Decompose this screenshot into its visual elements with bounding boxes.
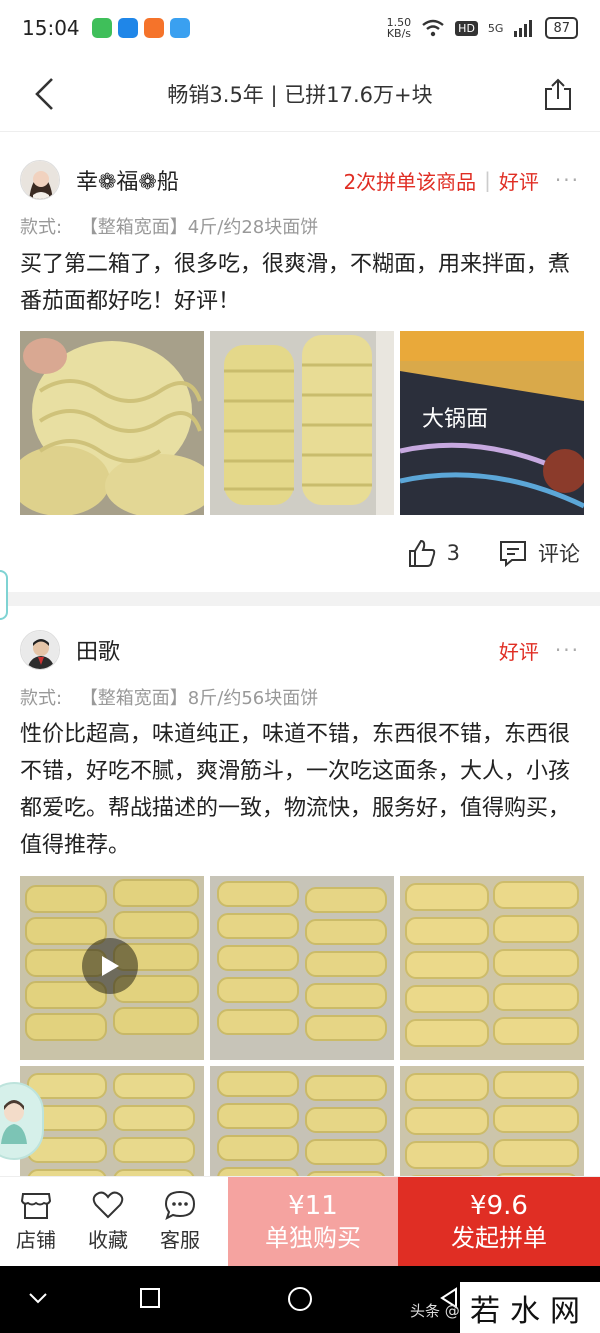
like-count: 3 xyxy=(446,541,460,565)
wifi-icon xyxy=(422,19,444,37)
comment-label: 评论 xyxy=(538,542,580,566)
store-button[interactable]: 店铺 xyxy=(0,1177,72,1266)
service-button[interactable]: 客服 xyxy=(144,1177,216,1266)
alipay-icon xyxy=(117,18,138,38)
chat-icon xyxy=(164,1190,196,1220)
back-button[interactable] xyxy=(24,74,64,114)
single-label: 单独购买 xyxy=(265,1223,361,1252)
comment-button[interactable]: 评论 xyxy=(498,538,580,568)
separator: | xyxy=(484,168,491,192)
reviewer-name[interactable]: 田歌 xyxy=(76,634,120,666)
review-actions: 3 评论 xyxy=(407,538,580,568)
more-icon[interactable]: ··· xyxy=(555,638,580,662)
review-header: 田歌 好评 ··· xyxy=(20,628,580,672)
hd-badge: HD xyxy=(455,20,478,36)
bottom-action-bar: 店铺 收藏 客服 ¥11 单独购买 ¥9.6 发起拼单 xyxy=(0,1176,600,1266)
spec-line: 款式: 【整箱宽面】4斤/约28块面饼 xyxy=(20,213,330,239)
spec-value: 【整箱宽面】8斤/约56块面饼 xyxy=(79,688,319,709)
app-icon xyxy=(169,18,190,38)
status-bar: 15:04 1.50 KB/s HD 5G 87 xyxy=(0,0,600,56)
favorite-label: 收藏 xyxy=(88,1228,128,1252)
spec-line: 款式: 【整箱宽面】8斤/约56块面饼 xyxy=(20,684,330,710)
avatar[interactable] xyxy=(20,160,60,200)
avatar[interactable] xyxy=(20,630,60,670)
review-meta: 好评 ··· xyxy=(499,636,580,665)
notification-icons xyxy=(91,18,190,38)
spec-value: 【整箱宽面】4斤/约28块面饼 xyxy=(79,217,319,238)
rating-badge: 好评 xyxy=(498,169,539,194)
nav-bar: 畅销3.5年 | 已拼17.6万+块 xyxy=(0,56,600,132)
comment-icon xyxy=(500,541,526,568)
repeat-buy-badge: 2次拼单该商品 xyxy=(343,169,477,194)
review-text: 买了第二箱了，很多吃，很爽滑，不糊面，用来拌面，煮番茄面都好吃！好评！ xyxy=(20,252,571,314)
review-meta: 2次拼单该商品 | 好评 ··· xyxy=(343,166,580,195)
floating-assistant-button[interactable] xyxy=(0,1082,44,1160)
photo-grid: 大锅面 xyxy=(20,331,584,515)
buy-single-button[interactable]: ¥11 单独购买 xyxy=(228,1177,398,1266)
reviewer-name[interactable]: 幸❁福❁船 xyxy=(76,164,179,196)
store-label: 店铺 xyxy=(16,1228,56,1252)
taobao-icon xyxy=(143,18,164,38)
review-text: 性价比超高，味道纯正，味道不错，东西很不错，东西很不错，好吃不腻，爽滑筋斗，一次… xyxy=(20,722,571,858)
review-photo[interactable] xyxy=(400,876,584,1060)
favorite-button[interactable]: 收藏 xyxy=(72,1177,144,1266)
spec-label: 款式: xyxy=(20,217,63,238)
group-label: 发起拼单 xyxy=(451,1223,547,1252)
thumbs-up-icon xyxy=(408,539,435,567)
group-price: ¥9.6 xyxy=(470,1190,528,1221)
review-header: 幸❁福❁船 2次拼单该商品 | 好评 ··· xyxy=(20,158,580,202)
wechat-icon xyxy=(91,18,112,38)
store-icon xyxy=(20,1193,52,1219)
svg-text:大锅面: 大锅面 xyxy=(422,407,488,432)
status-right: 1.50 KB/s HD 5G 87 xyxy=(387,17,578,39)
single-price: ¥11 xyxy=(288,1190,338,1221)
assistant-avatar-icon xyxy=(1,1100,27,1144)
rating-badge: 好评 xyxy=(498,639,539,664)
status-time: 15:04 xyxy=(22,16,80,40)
side-handle[interactable] xyxy=(0,570,8,620)
home-icon[interactable] xyxy=(287,1286,313,1312)
like-button[interactable]: 3 xyxy=(407,538,460,568)
heart-icon xyxy=(92,1191,124,1219)
battery-indicator: 87 xyxy=(545,17,578,39)
review-photo[interactable]: 大锅面 xyxy=(400,331,584,515)
share-icon xyxy=(545,78,571,110)
service-label: 客服 xyxy=(160,1228,200,1252)
review-photo[interactable] xyxy=(210,876,394,1060)
watermark-brand: 若水网 xyxy=(460,1282,600,1333)
spec-label: 款式: xyxy=(20,688,63,709)
nav-collapse-icon[interactable] xyxy=(26,1286,50,1310)
review-photo[interactable] xyxy=(20,331,204,515)
group-buy-button[interactable]: ¥9.6 发起拼单 xyxy=(398,1177,600,1266)
net-speed: 1.50 KB/s xyxy=(387,17,412,39)
play-button[interactable] xyxy=(82,938,138,994)
review-video[interactable] xyxy=(20,876,204,1060)
page-title: 畅销3.5年 | 已拼17.6万+块 xyxy=(167,82,433,107)
play-icon xyxy=(102,956,119,976)
signal-label: 5G xyxy=(487,21,504,35)
net-speed-unit: KB/s xyxy=(386,27,412,40)
more-icon[interactable]: ··· xyxy=(555,168,580,192)
section-divider xyxy=(0,592,600,606)
signal-icon xyxy=(514,20,533,37)
review-photo[interactable] xyxy=(210,331,394,515)
chevron-left-icon xyxy=(35,78,53,110)
recents-icon[interactable] xyxy=(138,1286,162,1310)
share-button[interactable] xyxy=(538,74,578,114)
